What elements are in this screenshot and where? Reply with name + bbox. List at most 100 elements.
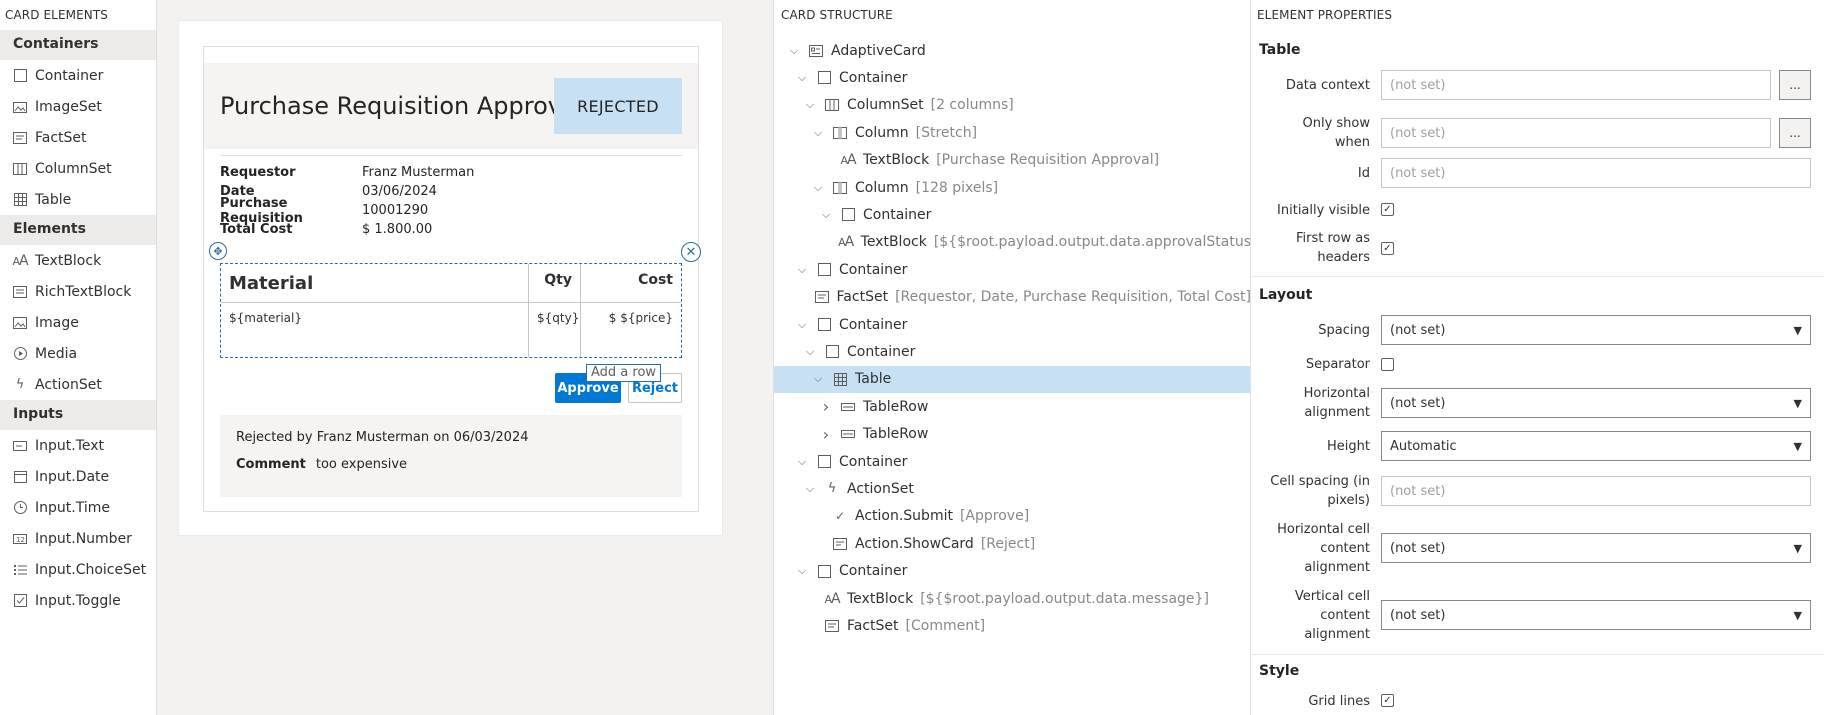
first-row-headers-checkbox[interactable]: ✓ (1381, 242, 1394, 255)
tree-node[interactable]: ⌵ Column [128 pixels] (774, 174, 1250, 201)
tree-node-label: Table (855, 371, 892, 388)
palette-item[interactable]: Input.Date (0, 461, 156, 492)
palette-item[interactable]: Container (0, 60, 156, 91)
chevron-down-icon[interactable]: ⌵ (795, 455, 809, 469)
palette-item-label: Image (35, 314, 79, 331)
palette-item[interactable]: Input.Text (0, 430, 156, 461)
tree-node[interactable]: ⌵ Container (774, 311, 1250, 338)
chevron-down-icon[interactable]: ⌵ (803, 98, 817, 112)
chevron-down-icon[interactable]: ⌵ (811, 181, 825, 195)
delete-element-icon[interactable]: ✕ (681, 242, 701, 262)
tree-node[interactable]: ⌵ ColumnSet [2 columns] (774, 92, 1250, 119)
fact-value: 10001290 (362, 203, 429, 218)
image-icon (13, 316, 27, 330)
table-row[interactable]: ${material} ${qty} $ ${price} (221, 303, 681, 357)
data-context-input[interactable]: (not set) (1381, 70, 1771, 100)
palette-item-label: ActionSet (35, 376, 102, 393)
palette-item[interactable]: 12 Input.Number (0, 523, 156, 554)
cell-spacing-input[interactable]: (not set) (1381, 476, 1811, 506)
tree-node[interactable]: ⌵ Container (774, 558, 1250, 585)
only-show-when-input[interactable]: (not set) (1381, 118, 1771, 148)
h-align-select[interactable]: (not set) ▼ (1381, 388, 1811, 418)
chevron-right-icon[interactable]: › (819, 425, 833, 444)
chevron-down-icon[interactable]: ⌵ (803, 345, 817, 359)
tree-node[interactable]: ⌵ Table (774, 365, 1250, 393)
card-title[interactable]: Purchase Requisition Approval (220, 92, 583, 120)
spacing-select[interactable]: (not set) ▼ (1381, 315, 1811, 345)
chevron-down-icon[interactable]: ⌵ (795, 263, 809, 277)
spacing-label: Spacing (1318, 322, 1370, 338)
fact-row: Total Cost $ 1.800.00 (220, 220, 474, 239)
tree-node[interactable]: ⌵ Container (774, 338, 1250, 365)
height-value: Automatic (1390, 438, 1457, 454)
separator-checkbox[interactable] (1381, 358, 1394, 371)
table-header-cell: Qty (529, 264, 581, 302)
tree-node-label: Action.ShowCard (855, 535, 974, 552)
column-set-icon (13, 162, 27, 176)
grid-lines-checkbox[interactable]: ✓ (1381, 694, 1394, 707)
chevron-right-icon[interactable]: › (819, 397, 833, 416)
chevron-down-icon[interactable]: ⌵ (795, 71, 809, 85)
tree-node[interactable]: AA TextBlock [${$root.payload.output.data.… (774, 229, 1250, 256)
tree-node[interactable]: ✓ Action.Submit [Approve] (774, 503, 1250, 530)
palette-item[interactable]: ϟ ActionSet (0, 369, 156, 400)
palette-item[interactable]: ImageSet (0, 91, 156, 122)
palette-item[interactable]: Table (0, 184, 156, 215)
tree-node-label: FactSet (836, 289, 889, 306)
h-cell-align-select[interactable]: (not set) ▼ (1381, 533, 1811, 563)
chevron-down-icon[interactable]: ⌵ (811, 126, 825, 140)
tree-title: CARD STRUCTURE (781, 8, 893, 22)
palette-item[interactable]: Input.ChoiceSet (0, 554, 156, 585)
card-table-selected[interactable]: ✥ ✕ Material Qty Cost ${material} ${qty}… (209, 242, 701, 358)
only-show-when-ellipsis-button[interactable]: ... (1779, 118, 1811, 148)
palette-item-label: TextBlock (35, 252, 102, 269)
move-handle-icon[interactable]: ✥ (209, 242, 227, 260)
chevron-down-icon[interactable]: ⌵ (795, 318, 809, 332)
rejection-message: Rejected by Franz Musterman on 06/03/202… (236, 430, 529, 445)
data-context-ellipsis-button[interactable]: ... (1779, 70, 1811, 100)
add-row-button[interactable]: Add a row (586, 364, 662, 382)
tree-node[interactable]: ⌵ AdaptiveCard (774, 37, 1250, 64)
palette-item-label: ColumnSet (35, 160, 112, 177)
chevron-down-icon[interactable]: ⌵ (795, 564, 809, 578)
rejection-footer[interactable]: Rejected by Franz Musterman on 06/03/202… (220, 415, 682, 497)
tree-node[interactable]: FactSet [Comment] (774, 612, 1250, 639)
tree-node-label: Column (855, 124, 909, 141)
height-select[interactable]: Automatic ▼ (1381, 431, 1811, 461)
tree-node[interactable]: › TableRow (774, 393, 1250, 420)
tree-node[interactable]: ⌵ Container (774, 448, 1250, 475)
chevron-down-icon[interactable]: ⌵ (819, 208, 833, 222)
id-input[interactable]: (not set) (1381, 158, 1811, 188)
palette-item[interactable]: RichTextBlock (0, 276, 156, 307)
tree-node[interactable]: AA TextBlock [Purchase Requisition Approva… (774, 147, 1250, 174)
palette-item[interactable]: FactSet (0, 122, 156, 153)
table-header-row[interactable]: Material Qty Cost (221, 264, 681, 303)
card-factset[interactable]: Requestor Franz Musterman Date 03/06/2024 … (220, 163, 474, 239)
tree-node[interactable]: AA TextBlock [${$root.payload.output.data.… (774, 585, 1250, 612)
card-header[interactable]: Purchase Requisition Approval REJECTED (204, 63, 698, 149)
tree-node[interactable]: ⌵ Container (774, 201, 1250, 228)
chevron-down-icon[interactable]: ⌵ (803, 482, 817, 496)
tree-node[interactable]: ⌵ Column [Stretch] (774, 119, 1250, 146)
v-cell-align-select[interactable]: (not set) ▼ (1381, 600, 1811, 630)
palette-item[interactable]: Input.Time (0, 492, 156, 523)
tree-node[interactable]: FactSet [Requestor, Date, Purchase Requis… (774, 284, 1250, 311)
tree-node[interactable]: › TableRow (774, 421, 1250, 448)
palette-item[interactable]: Input.Toggle (0, 585, 156, 616)
chevron-down-icon[interactable]: ⌵ (811, 372, 825, 386)
tree-node[interactable]: Action.ShowCard [Reject] (774, 530, 1250, 557)
tree-node[interactable]: ⌵ ϟ ActionSet (774, 475, 1250, 502)
palette-item[interactable]: Media (0, 338, 156, 369)
palette-item[interactable]: Image (0, 307, 156, 338)
tree-node[interactable]: ⌵ Container (774, 256, 1250, 283)
chevron-down-icon[interactable]: ⌵ (787, 44, 801, 58)
initially-visible-checkbox[interactable]: ✓ (1381, 203, 1394, 216)
lightning-icon: ϟ (15, 377, 25, 392)
status-badge[interactable]: REJECTED (554, 78, 682, 134)
tree-node[interactable]: ⌵ Container (774, 64, 1250, 91)
h-cell-align-row: Horizontal cell content alignment (not s… (1251, 519, 1824, 577)
cell-spacing-label: Cell spacing (in pixels) (1270, 474, 1370, 508)
palette-item[interactable]: AA TextBlock (0, 245, 156, 276)
adaptive-card[interactable]: Purchase Requisition Approval REJECTED R… (203, 46, 701, 512)
palette-item[interactable]: ColumnSet (0, 153, 156, 184)
